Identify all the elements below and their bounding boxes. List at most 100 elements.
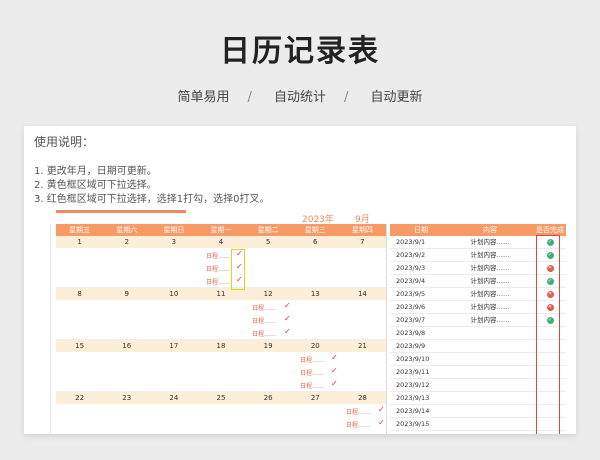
instructions-title: 使用说明： bbox=[34, 135, 95, 149]
feature-tagline: 简单易用 / 自动统计 / 自动更新 bbox=[0, 86, 600, 105]
date-cell: 25 bbox=[216, 394, 226, 402]
date-cell: 22 bbox=[75, 394, 85, 402]
instruction-line: 3. 红色框区域可下拉选择，选择1打勾，选择0打叉。 bbox=[34, 194, 270, 205]
schedule-entry[interactable]: 日程…… bbox=[252, 329, 276, 338]
schedule-entry[interactable]: 日程…… bbox=[252, 303, 276, 312]
plan-content-cell[interactable]: 计划内容…… bbox=[446, 236, 534, 248]
plan-date-cell: 2023/9/3 bbox=[396, 264, 426, 272]
plan-content-cell[interactable] bbox=[446, 379, 534, 391]
plan-content-cell[interactable] bbox=[446, 327, 534, 339]
page-title: 日历记录表 bbox=[220, 34, 380, 69]
date-cell: 9 bbox=[124, 290, 129, 298]
schedule-area: 日程…… 日程…… 日程…… ✓ ✓ ✓ bbox=[56, 248, 386, 288]
plan-content-cell[interactable]: 计划内容…… bbox=[446, 275, 534, 287]
calendar-week: 15 16 17 18 19 20 21 日程…… 日程…… 日程…… ✓ ✓ … bbox=[56, 340, 386, 392]
date-cell: 28 bbox=[357, 394, 367, 402]
date-cell: 19 bbox=[263, 342, 273, 350]
date-cell: 6 bbox=[313, 238, 318, 246]
date-cell: 5 bbox=[265, 238, 271, 246]
date-cell: 10 bbox=[169, 290, 179, 298]
yellow-dropdown-frame bbox=[231, 249, 245, 290]
date-cell: 8 bbox=[77, 290, 82, 298]
schedule-area: 日程…… 日程…… ✓ ✓ bbox=[56, 404, 386, 434]
check-mark-icon[interactable]: ✓ bbox=[378, 419, 385, 427]
date-cell: 1 bbox=[77, 238, 82, 246]
check-mark-icon[interactable]: ✓ bbox=[284, 328, 291, 336]
plan-content-cell[interactable]: 计划内容…… bbox=[446, 301, 534, 313]
weekday-label: 星期三 bbox=[304, 226, 326, 234]
date-cell: 13 bbox=[310, 290, 320, 298]
date-row: 8 9 10 11 12 13 14 bbox=[56, 288, 386, 300]
feature-stats: 自动统计 bbox=[273, 90, 326, 105]
schedule-entry[interactable]: 日程…… bbox=[206, 251, 230, 260]
weekday-label: 星期六 bbox=[116, 226, 138, 234]
weekday-label: 星期日 bbox=[163, 226, 185, 234]
column-header-content: 内容 bbox=[483, 226, 497, 234]
date-cell: 24 bbox=[169, 394, 179, 402]
plan-date-cell: 2023/9/5 bbox=[396, 290, 426, 298]
weekday-header: 星期五 星期六 星期日 星期一 星期二 星期三 星期四 bbox=[56, 224, 386, 236]
separator: / bbox=[344, 90, 349, 105]
plan-content-cell[interactable] bbox=[446, 392, 534, 404]
feature-update: 自动更新 bbox=[370, 90, 423, 105]
plan-content-cell[interactable] bbox=[446, 418, 534, 430]
plan-content-cell[interactable] bbox=[446, 340, 534, 352]
date-cell: 4 bbox=[218, 238, 224, 246]
schedule-entry[interactable]: 日程…… bbox=[346, 420, 370, 429]
plan-date-cell: 2023/9/8 bbox=[396, 329, 426, 337]
date-cell: 12 bbox=[263, 290, 273, 298]
plan-date-cell: 2023/9/15 bbox=[396, 420, 430, 428]
schedule-entry[interactable]: 日程…… bbox=[300, 381, 324, 390]
plan-content-cell[interactable] bbox=[446, 366, 534, 378]
red-dropdown-frame bbox=[536, 235, 560, 434]
weekday-label: 星期一 bbox=[210, 226, 232, 234]
date-cell: 2 bbox=[124, 238, 129, 246]
accent-bar bbox=[56, 210, 186, 213]
weekday-label: 星期二 bbox=[257, 226, 279, 234]
check-mark-icon[interactable]: ✓ bbox=[378, 406, 385, 414]
date-row: 22 23 24 25 26 27 28 bbox=[56, 392, 386, 404]
date-cell: 14 bbox=[357, 290, 367, 298]
instruction-line: 2. 黄色框区域可下拉选择。 bbox=[34, 180, 157, 191]
separator: / bbox=[247, 90, 252, 105]
date-cell: 16 bbox=[122, 342, 132, 350]
plan-content-cell[interactable]: 计划内容…… bbox=[446, 262, 534, 274]
date-cell: 18 bbox=[216, 342, 226, 350]
sheet-edge bbox=[50, 224, 51, 434]
plan-date-cell: 2023/9/2 bbox=[396, 251, 426, 259]
date-cell: 3 bbox=[171, 238, 177, 246]
schedule-area: 日程…… 日程…… 日程…… ✓ ✓ ✓ bbox=[56, 352, 386, 392]
check-mark-icon[interactable]: ✓ bbox=[331, 354, 338, 362]
calendar-week: 1 2 3 4 5 6 7 日程…… 日程…… 日程…… ✓ ✓ ✓ bbox=[56, 236, 386, 288]
plan-content-cell[interactable] bbox=[446, 353, 534, 365]
hero-header: 日历记录表 简单易用 / 自动统计 / 自动更新 bbox=[0, 0, 600, 126]
instruction-line: 1. 更改年月，日期可更新。 bbox=[34, 166, 157, 177]
date-cell: 23 bbox=[122, 394, 132, 402]
plan-date-cell: 2023/9/13 bbox=[396, 394, 430, 402]
schedule-entry[interactable]: 日程…… bbox=[300, 368, 324, 377]
plan-date-cell: 2023/9/14 bbox=[396, 407, 430, 415]
plan-content-cell[interactable]: 计划内容…… bbox=[446, 249, 534, 261]
check-mark-icon[interactable]: ✓ bbox=[331, 367, 338, 375]
schedule-entry[interactable]: 日程…… bbox=[346, 407, 370, 416]
check-mark-icon[interactable]: ✓ bbox=[331, 380, 338, 388]
date-cell: 26 bbox=[263, 394, 273, 402]
spreadsheet-card: 使用说明： 1. 更改年月，日期可更新。 2. 黄色框区域可下拉选择。 3. 红… bbox=[24, 126, 576, 434]
plan-date-cell: 2023/9/6 bbox=[396, 303, 426, 311]
schedule-entry[interactable]: 日程…… bbox=[206, 277, 230, 286]
check-mark-icon[interactable]: ✓ bbox=[284, 302, 291, 310]
schedule-entry[interactable]: 日程…… bbox=[206, 264, 230, 273]
plan-content-cell[interactable] bbox=[446, 405, 534, 417]
plan-content-cell[interactable]: 计划内容…… bbox=[446, 288, 534, 300]
calendar-week: 8 9 10 11 12 13 14 日程…… 日程…… 日程…… ✓ ✓ ✓ bbox=[56, 288, 386, 340]
feature-easy: 简单易用 bbox=[177, 90, 230, 105]
date-cell: 15 bbox=[75, 342, 85, 350]
schedule-entry[interactable]: 日程…… bbox=[300, 355, 324, 364]
schedule-entry[interactable]: 日程…… bbox=[252, 316, 276, 325]
check-mark-icon[interactable]: ✓ bbox=[284, 315, 291, 323]
date-cell: 20 bbox=[310, 342, 320, 350]
plan-content-cell[interactable]: 计划内容…… bbox=[446, 314, 534, 326]
calendar-week: 22 23 24 25 26 27 28 日程…… 日程…… ✓ ✓ bbox=[56, 392, 386, 429]
date-row: 15 16 17 18 19 20 21 bbox=[56, 340, 386, 352]
plan-date-cell: 2023/9/9 bbox=[396, 342, 426, 350]
